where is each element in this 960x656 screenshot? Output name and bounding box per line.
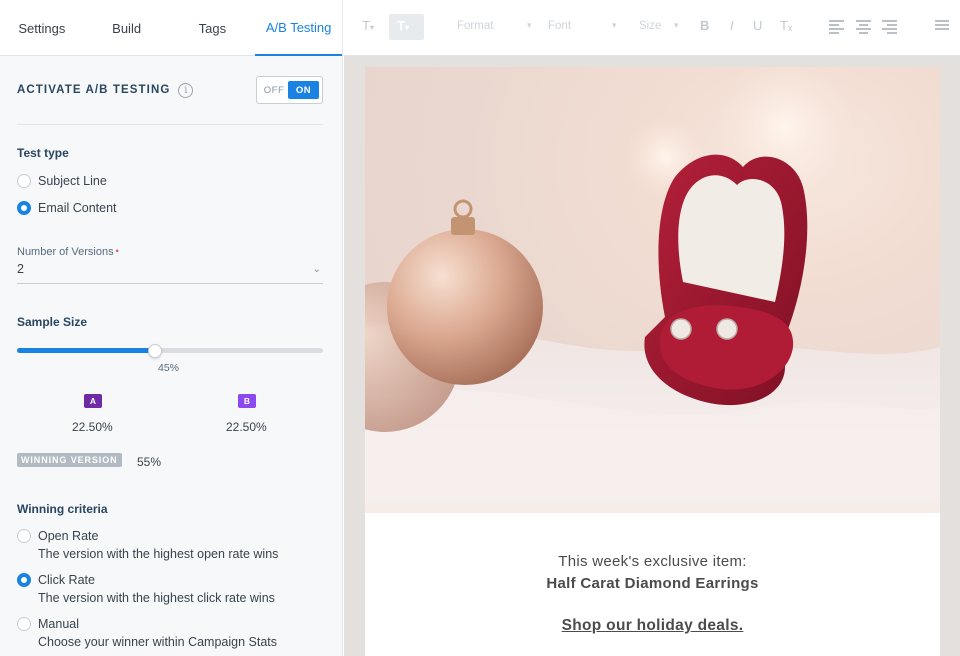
tab-tags[interactable]: Tags bbox=[170, 0, 256, 56]
version-b-badge: B bbox=[238, 394, 256, 408]
radio-open-rate[interactable]: Open Rate bbox=[17, 529, 98, 543]
radio-selected-icon[interactable] bbox=[17, 573, 31, 587]
text-color-icon: T bbox=[362, 18, 370, 33]
tab-settings[interactable]: Settings bbox=[0, 0, 84, 56]
radio-label: Subject Line bbox=[38, 174, 107, 188]
radio-subject-line[interactable]: Subject Line bbox=[17, 174, 107, 188]
divider bbox=[17, 124, 323, 125]
editor-toolbar: T▾ T▾ Format ▾ Font ▾ Size ▾ B I U Tₓ bbox=[344, 0, 960, 56]
email-canvas: This week's exclusive item: Half Carat D… bbox=[344, 56, 960, 656]
toggle-on-label[interactable]: ON bbox=[288, 81, 319, 99]
versions-value: 2 bbox=[17, 262, 24, 276]
hero-image[interactable] bbox=[365, 67, 940, 503]
sample-size-slider[interactable] bbox=[17, 344, 323, 358]
activate-ab-label: ACTIVATE A/B TESTING bbox=[17, 84, 171, 96]
chevron-down-icon: ▾ bbox=[612, 20, 617, 30]
caret-icon: ▾ bbox=[404, 23, 409, 32]
sample-size-title: Sample Size bbox=[17, 315, 88, 329]
radio-click-rate[interactable]: Click Rate bbox=[17, 573, 95, 587]
version-a-value: 22.50% bbox=[72, 420, 113, 434]
version-b-value: 22.50% bbox=[226, 420, 267, 434]
caret-icon: ▾ bbox=[369, 23, 374, 32]
underline-button[interactable]: U bbox=[753, 18, 762, 33]
version-a-badge: A bbox=[84, 394, 102, 408]
bg-color-icon[interactable]: T▾ bbox=[397, 18, 409, 33]
earrings-photo bbox=[365, 67, 940, 503]
chevron-down-icon: ▾ bbox=[674, 20, 679, 30]
tab-build[interactable]: Build bbox=[84, 0, 170, 56]
panel-tabs: Settings Build Tags A/B Testing bbox=[0, 0, 342, 56]
list-icon[interactable] bbox=[935, 20, 949, 32]
radio-email-content[interactable]: Email Content bbox=[17, 201, 117, 215]
bold-button[interactable]: B bbox=[700, 18, 709, 33]
align-center-icon[interactable] bbox=[856, 20, 871, 34]
divider-strip bbox=[365, 503, 940, 513]
toggle-off-label[interactable]: OFF bbox=[260, 85, 288, 96]
versions-label: Number of Versions • bbox=[17, 246, 119, 258]
radio-unselected-icon[interactable] bbox=[17, 617, 31, 631]
italic-button[interactable]: I bbox=[730, 18, 734, 33]
test-type-title: Test type bbox=[17, 146, 69, 160]
winning-version-value: 55% bbox=[137, 455, 162, 469]
versions-label-text: Number of Versions bbox=[17, 246, 114, 258]
slider-fill bbox=[17, 348, 155, 353]
sample-size-percent: 45% bbox=[158, 362, 180, 374]
ab-testing-toggle[interactable]: OFF ON bbox=[256, 76, 323, 104]
radio-unselected-icon[interactable] bbox=[17, 174, 31, 188]
required-mark: • bbox=[115, 246, 119, 256]
size-dropdown[interactable]: Size bbox=[639, 20, 661, 32]
email-item-name[interactable]: Half Carat Diamond Earrings bbox=[365, 575, 940, 592]
app: Settings Build Tags A/B Testing ACTIVATE… bbox=[0, 0, 960, 656]
tab-ab-testing[interactable]: A/B Testing bbox=[255, 0, 342, 56]
email-headline[interactable]: This week's exclusive item: bbox=[365, 553, 940, 570]
activate-ab-row: ACTIVATE A/B TESTING i OFF ON bbox=[17, 75, 323, 105]
radio-selected-icon[interactable] bbox=[17, 201, 31, 215]
radio-unselected-icon[interactable] bbox=[17, 529, 31, 543]
format-dropdown[interactable]: Format bbox=[457, 20, 493, 32]
radio-label: Open Rate bbox=[38, 529, 99, 543]
align-left-icon[interactable] bbox=[829, 20, 844, 34]
chevron-down-icon: ▾ bbox=[527, 20, 532, 30]
align-right-icon[interactable] bbox=[882, 20, 897, 34]
bg-color-glyph: T bbox=[397, 18, 405, 33]
font-dropdown[interactable]: Font bbox=[548, 20, 571, 32]
info-icon[interactable]: i bbox=[178, 82, 194, 98]
radio-description: The version with the highest open rate w… bbox=[38, 547, 279, 561]
settings-panel: Settings Build Tags A/B Testing ACTIVATE… bbox=[0, 0, 343, 656]
chevron-down-icon: ⌄ bbox=[312, 264, 321, 275]
radio-manual[interactable]: Manual bbox=[17, 617, 79, 631]
slider-thumb[interactable] bbox=[147, 344, 162, 358]
radio-description: Choose your winner within Campaign Stats bbox=[38, 635, 278, 649]
radio-label: Email Content bbox=[38, 201, 117, 215]
radio-label: Manual bbox=[38, 617, 79, 631]
winning-criteria-title: Winning criteria bbox=[17, 502, 108, 516]
shop-deals-link[interactable]: Shop our holiday deals. bbox=[365, 617, 940, 635]
radio-description: The version with the highest click rate … bbox=[38, 591, 275, 605]
winning-version-badge: WINNING VERSION bbox=[17, 453, 122, 467]
versions-select[interactable]: 2 ⌄ bbox=[17, 262, 323, 284]
clear-format-button[interactable]: Tₓ bbox=[780, 18, 792, 33]
radio-label: Click Rate bbox=[38, 573, 95, 587]
email-body: This week's exclusive item: Half Carat D… bbox=[365, 67, 940, 656]
text-color-button[interactable]: T▾ bbox=[362, 18, 374, 33]
